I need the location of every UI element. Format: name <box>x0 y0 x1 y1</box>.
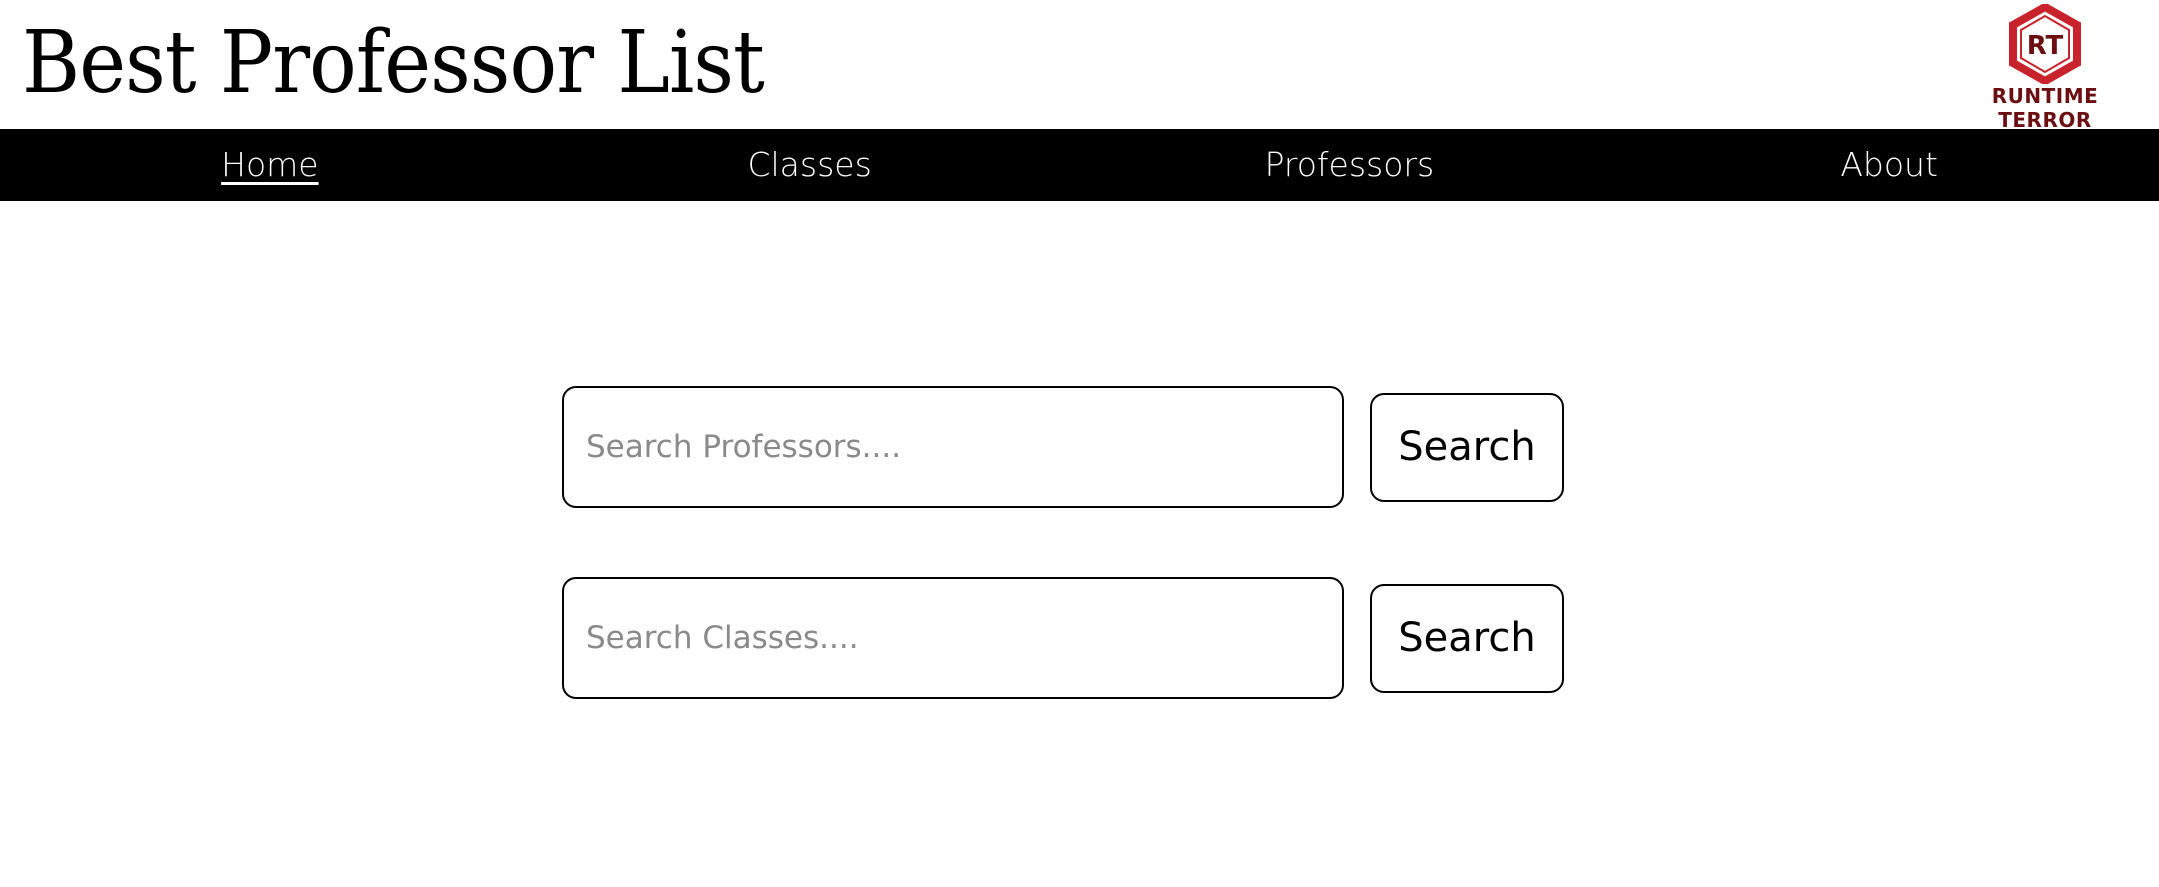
professor-search-row: Search <box>562 386 1564 508</box>
search-professors-button[interactable]: Search <box>1370 392 1564 502</box>
search-classes-input[interactable] <box>562 577 1344 699</box>
nav-classes[interactable]: Classes <box>540 129 1080 201</box>
main-nav: Home Classes Professors About <box>0 129 2159 201</box>
search-professors-input[interactable] <box>562 386 1344 508</box>
nav-about[interactable]: About <box>1619 129 2159 201</box>
page-title: Best Professor List <box>22 13 765 113</box>
class-search-row: Search <box>562 577 1564 699</box>
nav-home[interactable]: Home <box>0 129 540 201</box>
svg-text:RT: RT <box>2027 31 2064 61</box>
hexagon-logo-icon: RT <box>2009 2 2081 86</box>
header: Best Professor List RT RUNTIME TERROR <box>0 0 2159 132</box>
nav-professors[interactable]: Professors <box>1080 129 1620 201</box>
logo-text: RUNTIME TERROR <box>1991 84 2099 132</box>
runtime-terror-logo: RT RUNTIME TERROR <box>1960 2 2130 132</box>
search-classes-button[interactable]: Search <box>1370 583 1564 693</box>
